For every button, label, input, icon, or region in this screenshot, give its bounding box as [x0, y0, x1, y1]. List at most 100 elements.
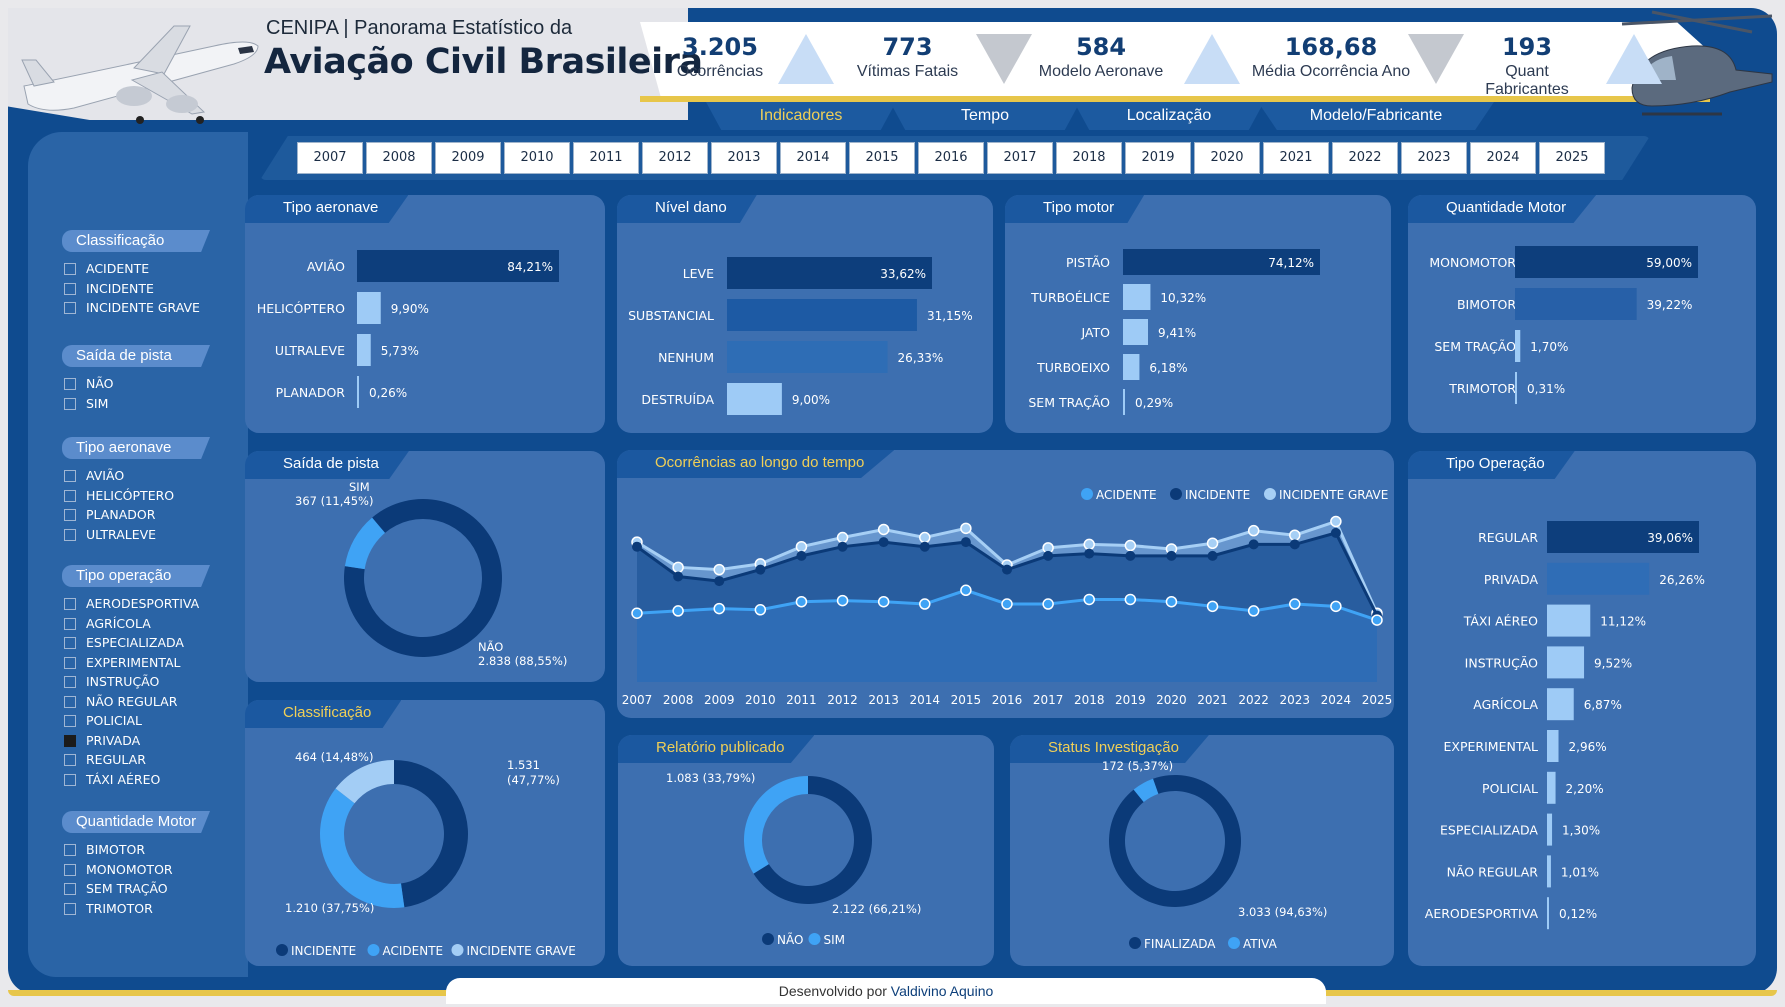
- checkbox[interactable]: [64, 397, 76, 410]
- year-button-2010[interactable]: 2010: [504, 142, 570, 174]
- card-relatorio: Relatório publicado 2.122 (66,21%) 1.083 …: [618, 735, 994, 966]
- pie-slice: [744, 776, 808, 874]
- checkbox[interactable]: [64, 509, 76, 521]
- filter-option[interactable]: NÃO: [64, 376, 114, 391]
- year-button-2022[interactable]: 2022: [1332, 142, 1398, 174]
- filter-option[interactable]: NÃO REGULAR: [64, 694, 177, 709]
- filter-option[interactable]: BIMOTOR: [64, 842, 145, 857]
- checkbox[interactable]: [64, 715, 76, 727]
- filter-option[interactable]: EXPERIMENTAL: [64, 655, 180, 670]
- checkbox[interactable]: [64, 637, 76, 649]
- checkbox[interactable]: [64, 844, 76, 856]
- filter-title: Tipo aeronave: [62, 437, 210, 459]
- filter-option[interactable]: SIM: [64, 396, 108, 411]
- category-label: NÃO: [478, 639, 503, 654]
- filter-option[interactable]: AGRÍCOLA: [64, 616, 151, 631]
- category-label: TÁXI AÉREO: [1463, 614, 1538, 629]
- checkbox[interactable]: [64, 695, 76, 708]
- checkbox[interactable]: [64, 263, 76, 275]
- filter-option[interactable]: INSTRUÇÃO: [64, 674, 159, 689]
- year-button-2013[interactable]: 2013: [711, 142, 777, 174]
- data-point: [836, 594, 849, 607]
- year-button-2007[interactable]: 2007: [297, 142, 363, 174]
- card-tipo-aeronave: Tipo aeronave AVIÃO 84,21% HELICÓPTERO 9,90…: [245, 195, 605, 433]
- checkbox[interactable]: [64, 282, 76, 295]
- category-label: SEM TRAÇÃO: [1434, 339, 1516, 354]
- data-point: [1002, 564, 1012, 575]
- tick-label: 2017: [1033, 693, 1064, 707]
- year-button-2024[interactable]: 2024: [1470, 142, 1536, 174]
- legend-label: FINALIZADA: [1144, 937, 1216, 951]
- bar: [1547, 730, 1559, 762]
- filter-option-label: INCIDENTE GRAVE: [86, 300, 200, 315]
- filter-option[interactable]: REGULAR: [64, 752, 146, 767]
- checkbox[interactable]: [64, 902, 76, 915]
- checkbox[interactable]: [64, 734, 76, 747]
- data-label: 0,12%: [1559, 907, 1597, 921]
- year-button-2014[interactable]: 2014: [780, 142, 846, 174]
- filter-option[interactable]: SEM TRAÇÃO: [64, 881, 168, 896]
- filter-option[interactable]: MONOMOTOR: [64, 862, 173, 877]
- year-button-2023[interactable]: 2023: [1401, 142, 1467, 174]
- trend-up-icon: [1606, 34, 1662, 84]
- year-button-2017[interactable]: 2017: [987, 142, 1053, 174]
- checkbox[interactable]: [64, 883, 76, 895]
- checkbox[interactable]: [64, 598, 76, 610]
- filter-option[interactable]: INCIDENTE GRAVE: [64, 300, 200, 315]
- filter-option[interactable]: TRIMOTOR: [64, 901, 153, 916]
- tipo-operacao-chart: REGULAR 39,06% PRIVADA 26,26% TÁXI AÉREO 11,1…: [1425, 521, 1705, 930]
- data-label: 84,21%: [507, 260, 553, 274]
- year-button-2011[interactable]: 2011: [573, 142, 639, 174]
- checkbox[interactable]: [64, 773, 76, 786]
- data-label: 2,20%: [1566, 782, 1604, 796]
- filter-option[interactable]: ESPECIALIZADA: [64, 635, 184, 650]
- filter-option[interactable]: AVIÃO: [64, 468, 124, 483]
- data-label: 1,01%: [1561, 865, 1599, 879]
- year-button-2019[interactable]: 2019: [1125, 142, 1191, 174]
- year-button-2016[interactable]: 2016: [918, 142, 984, 174]
- checkbox[interactable]: [64, 617, 76, 630]
- category-label: POLICIAL: [1482, 781, 1538, 796]
- category-label: LEVE: [683, 266, 714, 281]
- checkbox[interactable]: [64, 470, 76, 482]
- year-button-2020[interactable]: 2020: [1194, 142, 1260, 174]
- filter-option[interactable]: POLICIAL: [64, 713, 142, 728]
- filter-option[interactable]: ULTRALEVE: [64, 527, 156, 542]
- checkbox[interactable]: [64, 754, 76, 766]
- filter-option[interactable]: ACIDENTE: [64, 261, 149, 276]
- checkbox[interactable]: [64, 528, 76, 541]
- data-point: [1289, 598, 1301, 610]
- filter-option[interactable]: HELICÓPTERO: [64, 488, 174, 503]
- year-button-2008[interactable]: 2008: [366, 142, 432, 174]
- year-button-2025[interactable]: 2025: [1539, 142, 1605, 174]
- checkbox[interactable]: [64, 302, 76, 314]
- filter-option[interactable]: PLANADOR: [64, 507, 155, 522]
- checkbox[interactable]: [64, 676, 76, 688]
- data-point: [1001, 598, 1013, 610]
- year-button-2018[interactable]: 2018: [1056, 142, 1122, 174]
- data-point: [631, 607, 643, 619]
- filter-option[interactable]: AERODESPORTIVA: [64, 596, 199, 611]
- checkbox[interactable]: [64, 378, 76, 390]
- filter-option[interactable]: INCIDENTE: [64, 281, 154, 296]
- year-button-2009[interactable]: 2009: [435, 142, 501, 174]
- filter-option[interactable]: PRIVADA: [64, 733, 140, 748]
- tab-modelo-fabricante[interactable]: Modelo/Fabricante: [1258, 102, 1494, 130]
- checkbox[interactable]: [64, 489, 76, 502]
- year-button-2021[interactable]: 2021: [1263, 142, 1329, 174]
- filter-option-label: EXPERIMENTAL: [86, 654, 181, 670]
- year-button-2015[interactable]: 2015: [849, 142, 915, 174]
- checkbox[interactable]: [64, 656, 76, 669]
- tab-localizacao[interactable]: Localização: [1074, 102, 1264, 130]
- filter-option[interactable]: TÁXI AÉREO: [64, 772, 160, 787]
- card-ocorrencias-tempo: Ocorrências ao longo do tempo 2007 2008 20…: [617, 450, 1394, 718]
- saida-pista-chart: 2.838 (88,55%)NÃO 367 (11,45%)SIM: [295, 480, 567, 668]
- data-label: 5,73%: [381, 344, 419, 358]
- year-button-2012[interactable]: 2012: [642, 142, 708, 174]
- category-label: TRIMOTOR: [1448, 381, 1516, 396]
- filter-option-label: AGRÍCOLA: [86, 615, 151, 631]
- tab-indicadores[interactable]: Indicadores: [706, 102, 896, 130]
- legend-label: INCIDENTE GRAVE: [467, 944, 576, 958]
- tab-tempo[interactable]: Tempo: [890, 102, 1080, 130]
- checkbox[interactable]: [64, 863, 76, 876]
